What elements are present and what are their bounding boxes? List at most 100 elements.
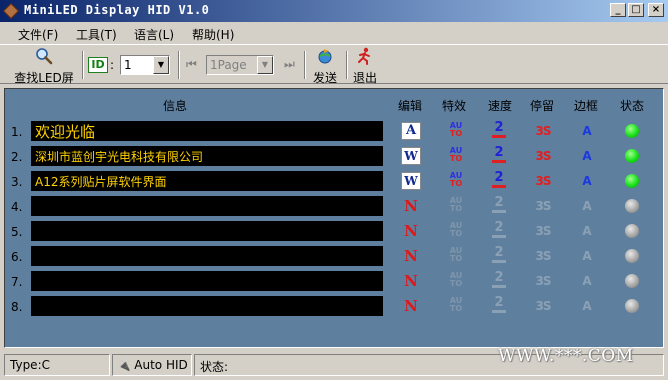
message-text-field[interactable]: A12系列贴片屏软件界面: [31, 171, 383, 191]
stay-button[interactable]: 3S: [533, 122, 553, 140]
speed-button[interactable]: 2: [489, 221, 509, 239]
edit-button[interactable]: W: [401, 147, 421, 165]
message-text-field[interactable]: [31, 296, 383, 316]
stay-button[interactable]: 3S: [533, 272, 553, 290]
magnifier-icon: [36, 48, 53, 65]
message-text-field[interactable]: 欢迎光临: [31, 121, 383, 141]
minimize-button[interactable]: _: [610, 3, 626, 17]
status-indicator: [625, 174, 639, 188]
column-header-status: 状态: [619, 99, 644, 113]
edit-button[interactable]: W: [401, 172, 421, 190]
send-label: 发送: [312, 71, 337, 85]
edit-button[interactable]: N: [401, 247, 421, 265]
chevron-down-icon[interactable]: ▼: [257, 56, 273, 74]
frame-button[interactable]: A: [577, 222, 597, 240]
effect-auto-icon[interactable]: AU TO: [446, 297, 466, 315]
effect-auto-icon[interactable]: AU TO: [446, 172, 466, 190]
speed-button[interactable]: 2: [489, 146, 509, 164]
status-indicator: [625, 249, 639, 263]
message-text-field[interactable]: [31, 221, 383, 241]
status-type: Type:C: [4, 354, 110, 376]
exit-label: 退出: [352, 71, 377, 85]
status-indicator: [625, 149, 639, 163]
toolbar-separator: [304, 51, 306, 79]
status-indicator: [625, 199, 639, 213]
speed-button[interactable]: 2: [489, 121, 509, 139]
stay-button[interactable]: 3S: [533, 297, 553, 315]
effect-auto-icon[interactable]: AU TO: [446, 222, 466, 240]
send-button[interactable]: 发送: [310, 47, 340, 86]
id-select-value: 1: [124, 58, 132, 72]
stay-button[interactable]: 3S: [533, 247, 553, 265]
frame-button[interactable]: A: [577, 197, 597, 215]
send-globe-icon: [318, 49, 332, 64]
effect-auto-icon[interactable]: AU TO: [446, 197, 466, 215]
message-text: 欢迎光临: [35, 123, 96, 141]
effect-auto-icon[interactable]: AU TO: [446, 122, 466, 140]
menu-bar: 文件(F) 工具(T) 语言(L) 帮助(H): [0, 22, 668, 44]
chevron-down-icon[interactable]: ▼: [153, 56, 169, 74]
toolbar: 查找LED屏 ID : 1 ▼ ⏮ 1Page ▼ ⏭ 发送 退出: [0, 44, 668, 86]
toolbar-separator: [346, 51, 348, 79]
page-select-value: 1Page: [210, 58, 247, 72]
column-header-effect: 特效: [441, 99, 466, 113]
edit-button[interactable]: N: [401, 197, 421, 215]
menu-file[interactable]: 文件(F): [18, 26, 58, 43]
message-text-field[interactable]: [31, 271, 383, 291]
frame-button[interactable]: A: [577, 122, 597, 140]
stay-button[interactable]: 3S: [533, 197, 553, 215]
message-text-field[interactable]: [31, 246, 383, 266]
frame-button[interactable]: A: [577, 147, 597, 165]
row-number: 8.: [11, 300, 23, 314]
menu-tools[interactable]: 工具(T): [76, 26, 117, 43]
edit-button[interactable]: N: [401, 272, 421, 290]
row-number: 3.: [11, 175, 23, 189]
column-header-edit: 编辑: [397, 99, 422, 113]
frame-button[interactable]: A: [577, 247, 597, 265]
exit-runner-icon: [358, 47, 370, 65]
id-select[interactable]: 1 ▼: [120, 55, 170, 75]
find-led-label: 查找LED屏: [14, 71, 74, 85]
edit-button[interactable]: N: [401, 297, 421, 315]
stay-button[interactable]: 3S: [533, 222, 553, 240]
effect-auto-icon[interactable]: AU TO: [446, 247, 466, 265]
status-indicator: [625, 124, 639, 138]
status-indicator: [625, 224, 639, 238]
edit-button[interactable]: A: [401, 122, 421, 140]
frame-button[interactable]: A: [577, 272, 597, 290]
window-title: MiniLED Display HID V1.0: [24, 3, 210, 17]
maximize-button[interactable]: □: [628, 3, 644, 17]
stay-button[interactable]: 3S: [533, 147, 553, 165]
exit-button[interactable]: 退出: [350, 47, 380, 86]
speed-button[interactable]: 2: [489, 271, 509, 289]
row-number: 7.: [11, 275, 23, 289]
effect-auto-icon[interactable]: AU TO: [446, 147, 466, 165]
speed-button[interactable]: 2: [489, 196, 509, 214]
speed-button[interactable]: 2: [489, 246, 509, 264]
find-led-button[interactable]: 查找LED屏: [12, 47, 76, 86]
next-page-icon[interactable]: ⏭: [284, 57, 295, 72]
frame-button[interactable]: A: [577, 297, 597, 315]
speed-button[interactable]: 2: [489, 296, 509, 314]
close-button[interactable]: ×: [648, 3, 664, 17]
frame-button[interactable]: A: [577, 172, 597, 190]
menu-language[interactable]: 语言(L): [134, 26, 174, 43]
edit-button[interactable]: N: [401, 222, 421, 240]
message-text-field[interactable]: 深圳市蓝创宇光电科技有限公司: [31, 146, 383, 166]
prev-page-icon[interactable]: ⏮: [186, 57, 197, 72]
page-select[interactable]: 1Page ▼: [206, 55, 274, 75]
message-panel: 信息 编辑 特效 速度 停留 边框 状态 1. 欢迎光临 A AU TO 2 3S A 2. 深圳…: [4, 88, 664, 348]
speed-button[interactable]: 2: [489, 171, 509, 189]
stay-button[interactable]: 3S: [533, 172, 553, 190]
message-text: 深圳市蓝创宇光电科技有限公司: [35, 150, 204, 164]
column-header-speed: 速度: [487, 99, 512, 113]
row-number: 1.: [11, 125, 23, 139]
toolbar-separator: [82, 51, 84, 79]
app-icon: [3, 3, 19, 19]
column-header-stay: 停留: [529, 99, 554, 113]
effect-auto-icon[interactable]: AU TO: [446, 272, 466, 290]
menu-help[interactable]: 帮助(H): [192, 26, 234, 43]
status-indicator: [625, 299, 639, 313]
message-text-field[interactable]: [31, 196, 383, 216]
title-bar: MiniLED Display HID V1.0 _ □ ×: [0, 0, 668, 22]
